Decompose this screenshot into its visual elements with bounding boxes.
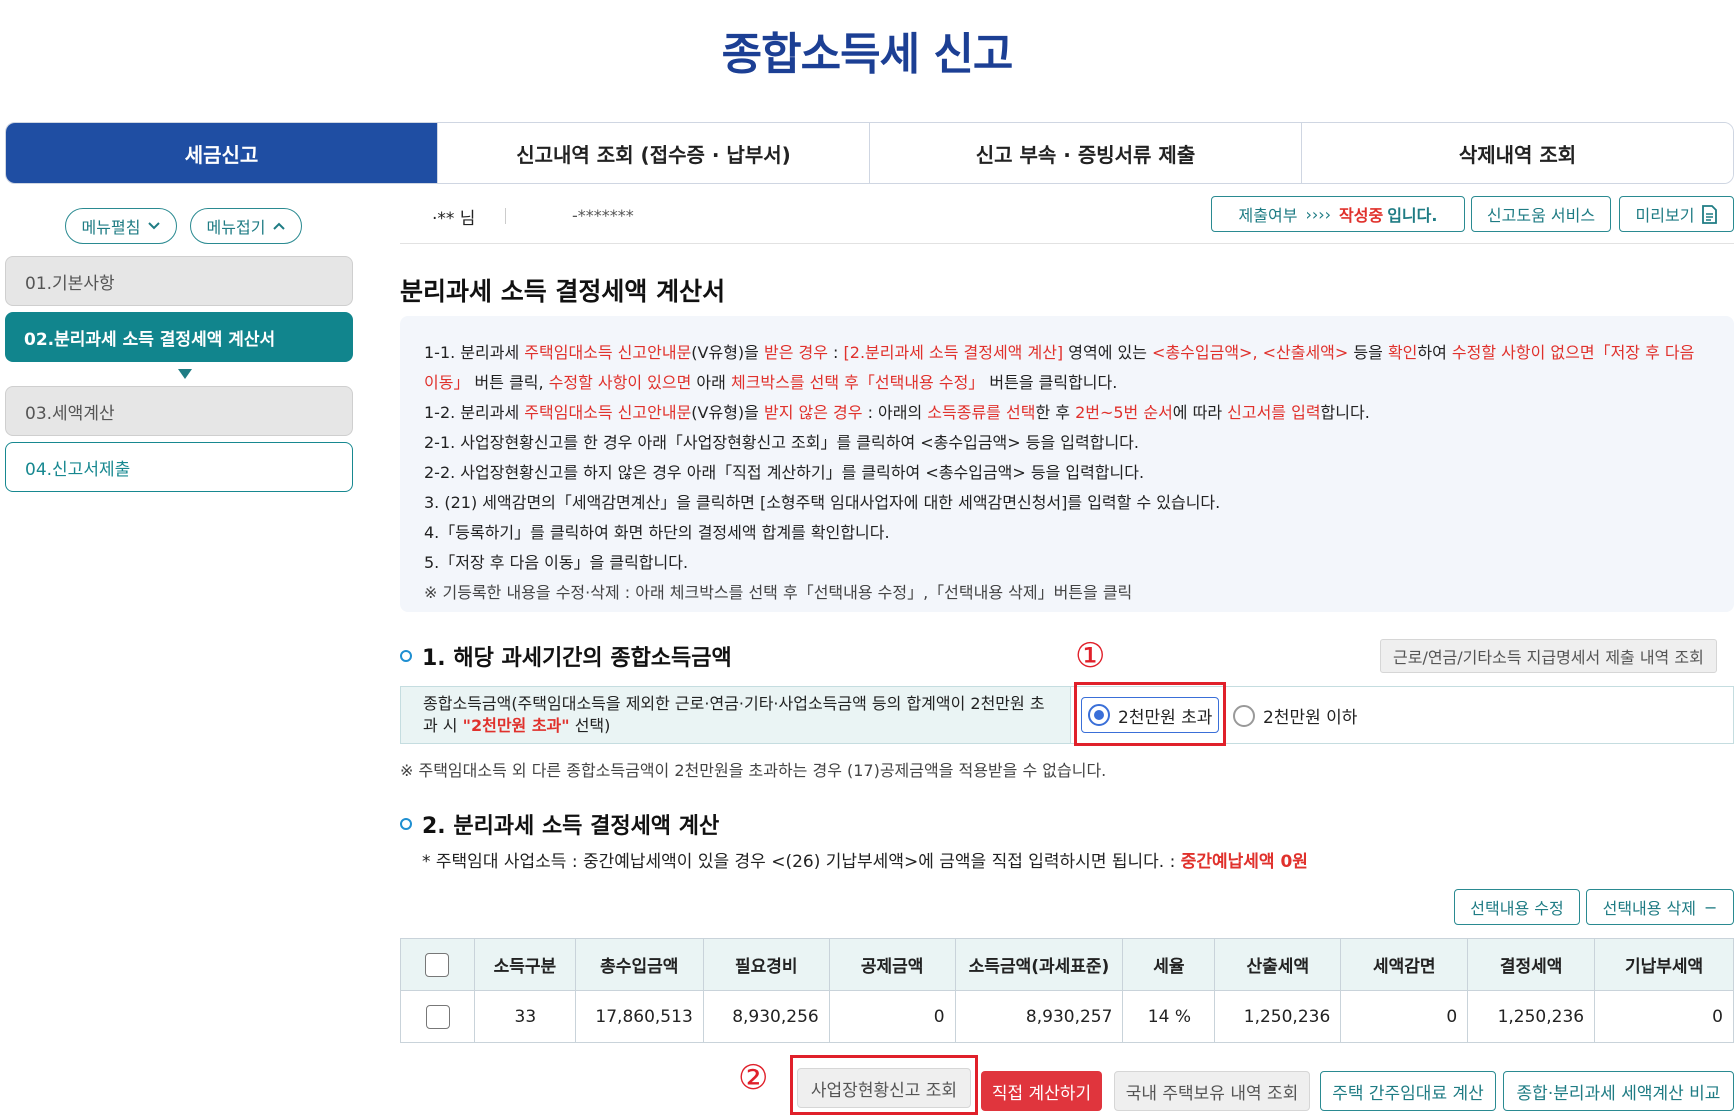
guide-line: 1-2. 분리과세 주택임대소득 신고안내문(V유형)을 받지 않은 경우 : …: [424, 403, 1370, 422]
help-service-button[interactable]: 신고도움 서비스: [1471, 196, 1611, 232]
status-arrows: ››››: [1305, 204, 1332, 224]
menu-expand-button[interactable]: 메뉴펼침: [65, 208, 177, 244]
tab-filing-history[interactable]: 신고내역 조회 (접수증 · 납부서): [437, 123, 869, 183]
guide-line: 2-2. 사업장현황신고를 하지 않은 경우 아래「직접 계산하기」를 클릭하여…: [424, 463, 1145, 482]
row-select-cell: [400, 990, 475, 1043]
tab-deleted-history[interactable]: 삭제내역 조회: [1301, 123, 1733, 183]
table-header: 소득구분: [473, 938, 576, 991]
radio-label: 2천만원 이하: [1263, 708, 1358, 728]
guide-line: 4.「등록하기」를 클릭하여 화면 하단의 결정세액 합계를 확인합니다.: [424, 523, 890, 542]
table-header: 총수입금액: [574, 938, 704, 991]
table-header: 필요경비: [702, 938, 830, 991]
delete-selected-button[interactable]: 선택내용 삭제 −: [1586, 889, 1734, 925]
table-cell: 8,930,256: [702, 990, 830, 1043]
table-header: 기납부세액: [1594, 938, 1734, 991]
document-icon: [1702, 204, 1718, 224]
form-title: 분리과세 소득 결정세액 계산서: [400, 277, 726, 306]
row-checkbox[interactable]: [425, 1004, 450, 1029]
table-cell: 0: [1594, 990, 1734, 1043]
section2-title: 2. 분리과세 소득 결정세액 계산: [422, 814, 720, 839]
menu-collapse-button[interactable]: 메뉴접기: [190, 208, 302, 244]
bullet-icon: [400, 818, 412, 830]
divider: [400, 243, 1734, 244]
table-header: 공제금액: [828, 938, 956, 991]
table-cell: 0: [1340, 990, 1469, 1043]
sidebar-item-label: 01.기본사항: [25, 273, 115, 294]
section2-heading: 2. 분리과세 소득 결정세액 계산: [400, 808, 719, 840]
income-label: 종합소득금액(주택임대소득을 제외한 근로·연금·기타·사업소득금액 등의 합계…: [401, 687, 1071, 743]
guide-line: ※ 기등록한 내용을 수정·삭제 : 아래 체크박스를 선택 후「선택내용 수정…: [424, 583, 1133, 602]
guide-line: 3. (21) 세액감면의「세액감면계산」을 클릭하면 [소형주택 임대사업자에…: [424, 493, 1221, 512]
menu-collapse-label: 메뉴접기: [206, 218, 266, 237]
marker-2: ②: [738, 1058, 769, 1098]
sidebar-item-label: 04.신고서제출: [25, 459, 131, 480]
table-cell: 8,930,257: [954, 990, 1124, 1043]
sidebar-item-basic[interactable]: 01.기본사항: [5, 256, 353, 306]
sidebar-item-label: 02.분리과세 소득 결정세액 계산서: [24, 329, 276, 350]
business-status-lookup-button[interactable]: 사업장현황신고 조회: [797, 1068, 971, 1108]
preview-button[interactable]: 미리보기: [1619, 196, 1734, 232]
table-cell: 0: [828, 990, 956, 1043]
status-suffix: 입니다.: [1387, 206, 1438, 225]
section1-note: ※ 주택임대소득 외 다른 종합소득금액이 2천만원을 초과하는 경우 (17)…: [400, 761, 1107, 780]
table-header-row: 소득구분 총수입금액 필요경비 공제금액 소득금액(과세표준) 세율 산출세액 …: [400, 938, 1734, 991]
direct-calc-button[interactable]: 직접 계산하기: [981, 1071, 1102, 1111]
tab-tax-filing[interactable]: 세금신고: [6, 123, 437, 183]
table-cell: 17,860,513: [574, 990, 704, 1043]
minus-icon: −: [1704, 897, 1718, 917]
tax-compare-button[interactable]: 종합·분리과세 세액계산 비교: [1503, 1071, 1734, 1111]
calc-table: 소득구분 총수입금액 필요경비 공제금액 소득금액(과세표준) 세율 산출세액 …: [400, 938, 1734, 1043]
guide-line: 1-1. 분리과세 주택임대소득 신고안내문(V유형)을 받은 경우 : [2.…: [424, 343, 1695, 392]
status-value: 작성중: [1339, 206, 1384, 225]
table-header: 산출세액: [1214, 938, 1342, 991]
main-tabs: 세금신고 신고내역 조회 (접수증 · 납부서) 신고 부속 · 증빙서류 제출…: [5, 122, 1734, 184]
delete-label: 선택내용 삭제: [1602, 899, 1696, 918]
sidebar-item-tax-calc[interactable]: 03.세액계산: [5, 386, 353, 436]
select-all-cell: [400, 938, 475, 991]
table-cell: 33: [473, 990, 576, 1043]
status-prefix: 제출여부: [1238, 206, 1298, 225]
table-header: 세액감면: [1340, 938, 1469, 991]
chevron-up-icon: [273, 222, 286, 230]
sidebar-item-submit[interactable]: 04.신고서제출: [5, 442, 353, 492]
submission-status: 제출여부 ›››› 작성중 입니다.: [1211, 196, 1465, 232]
user-divider: [505, 208, 506, 224]
table-cell: 1,250,236: [1467, 990, 1596, 1043]
bullet-icon: [400, 650, 412, 662]
radio-checked-icon: [1088, 704, 1110, 726]
table-header: 세율: [1122, 938, 1216, 991]
radio-unchecked-icon: [1233, 704, 1255, 727]
table-header: 결정세액: [1467, 938, 1596, 991]
user-id: -*******: [572, 206, 634, 225]
table-cell: 1,250,236: [1214, 990, 1342, 1043]
guide-line: 5.「저장 후 다음 이동」을 클릭합니다.: [424, 553, 689, 572]
table-cell: 14 %: [1122, 990, 1216, 1043]
section1-heading: 1. 해당 과세기간의 종합소득금액: [400, 640, 732, 672]
step-arrow-icon: [178, 369, 192, 379]
guide-line: 2-1. 사업장현황신고를 한 경우 아래「사업장현황신고 조회」를 클릭하여 …: [424, 433, 1139, 452]
income-selection-row: 종합소득금액(주택임대소득을 제외한 근로·연금·기타·사업소득금액 등의 합계…: [400, 686, 1734, 744]
menu-expand-label: 메뉴펼침: [81, 218, 141, 237]
table-header: 소득금액(과세표준): [954, 938, 1124, 991]
page-title: 종합소득세 신고: [721, 29, 1014, 80]
sidebar-item-label: 03.세액계산: [25, 403, 115, 424]
payment-statement-lookup-button[interactable]: 근로/연금/기타소득 지급명세서 제출 내역 조회: [1380, 639, 1717, 673]
rental-income-calc-button[interactable]: 주택 간주임대료 계산: [1320, 1071, 1496, 1111]
edit-selected-button[interactable]: 선택내용 수정: [1454, 889, 1580, 925]
marker-1: ①: [1075, 636, 1106, 676]
table-row: 33 17,860,513 8,930,256 0 8,930,257 14 %…: [400, 990, 1734, 1043]
domestic-housing-lookup-button[interactable]: 국내 주택보유 내역 조회: [1114, 1071, 1310, 1111]
chevron-down-icon: [148, 222, 161, 230]
section1-title: 1. 해당 과세기간의 종합소득금액: [422, 646, 732, 671]
sidebar-item-separate-tax[interactable]: 02.분리과세 소득 결정세액 계산서: [5, 312, 353, 362]
guide-box: 1-1. 분리과세 주택임대소득 신고안내문(V유형)을 받은 경우 : [2.…: [400, 316, 1734, 612]
radio-over-20m[interactable]: 2천만원 초과: [1081, 697, 1219, 733]
preview-label: 미리보기: [1635, 206, 1695, 225]
section2-note: * 주택임대 사업소득 : 중간예납세액이 있을 경우 <(26) 기납부세액>…: [422, 852, 1308, 872]
radio-label: 2천만원 초과: [1118, 707, 1213, 728]
select-all-checkbox[interactable]: [425, 952, 450, 977]
radio-under-20m[interactable]: 2천만원 이하: [1233, 703, 1357, 728]
tab-attachments[interactable]: 신고 부속 · 증빙서류 제출: [869, 123, 1301, 183]
user-name: ·** 님: [432, 209, 476, 229]
